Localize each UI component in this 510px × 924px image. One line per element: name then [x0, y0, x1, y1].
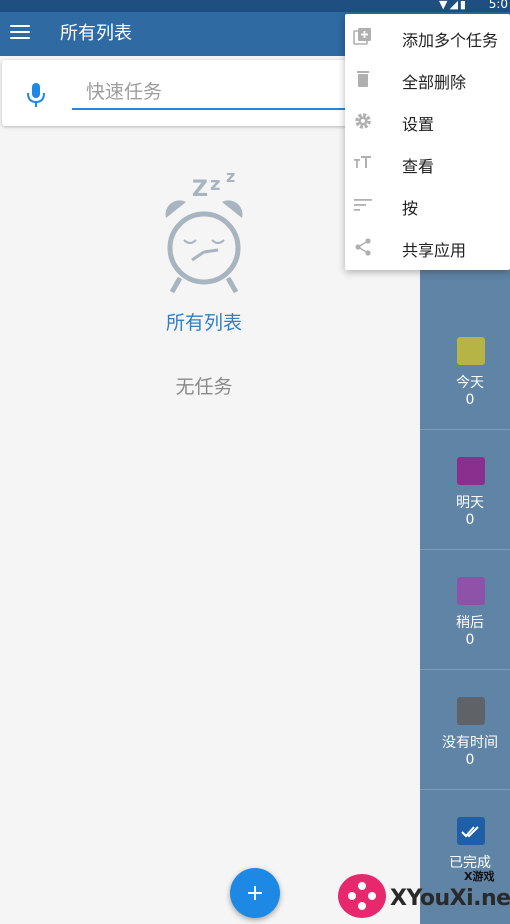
- empty-state-list-name: 所有列表: [165, 312, 242, 334]
- list-color-swatch: [457, 697, 485, 725]
- sidebar-item-label: 今天: [456, 375, 484, 391]
- double-check-icon: [457, 817, 485, 845]
- add-multiple-icon: [353, 28, 371, 45]
- menu-item-label: 按: [402, 199, 419, 218]
- menu-item-sort[interactable]: 按: [345, 184, 510, 226]
- hamburger-menu-icon[interactable]: [10, 25, 30, 41]
- sidebar-item-count: 0: [465, 392, 475, 408]
- sidebar-item-label: 明天: [456, 495, 484, 511]
- sidebar-item-tomorrow[interactable]: 明天 0: [420, 430, 510, 550]
- sidebar-item-today[interactable]: 今天 0: [420, 310, 510, 430]
- text-size-icon: [354, 156, 371, 168]
- list-color-swatch: [457, 577, 485, 605]
- gear-icon: [355, 113, 371, 129]
- menu-item-view[interactable]: 查看: [345, 142, 510, 184]
- sleeping-alarm-clock-icon: Z z z: [165, 168, 243, 294]
- menu-item-label: 查看: [402, 157, 435, 176]
- list-color-swatch: [457, 457, 485, 485]
- trash-icon: [357, 71, 369, 87]
- watermark-text: XYouXi.net: [390, 886, 510, 911]
- add-task-button[interactable]: [230, 868, 280, 918]
- gamepad-logo-icon: [338, 874, 386, 918]
- menu-item-label: 设置: [402, 115, 435, 134]
- list-color-swatch: [457, 337, 485, 365]
- menu-item-label: 添加多个任务: [402, 31, 499, 50]
- share-icon: [355, 238, 371, 256]
- sidebar-item-later[interactable]: 稍后 0: [420, 550, 510, 670]
- menu-item-label: 共享应用: [402, 241, 467, 260]
- overflow-menu: 添加多个任务 全部删除 设置 查看 按 共享应用: [345, 14, 510, 270]
- sidebar-item-count: 0: [465, 512, 475, 528]
- menu-item-add-multiple[interactable]: 添加多个任务: [345, 16, 510, 58]
- svg-text:Z: Z: [192, 177, 208, 202]
- menu-item-settings[interactable]: 设置: [345, 100, 510, 142]
- page-title: 所有列表: [60, 23, 132, 44]
- sidebar-item-count: 0: [465, 632, 475, 648]
- empty-state-message: 无任务: [175, 376, 233, 398]
- sort-icon: [354, 199, 372, 211]
- site-watermark: X游戏 XYouXi.net: [338, 866, 510, 924]
- microphone-icon[interactable]: [24, 82, 48, 108]
- svg-text:z: z: [226, 168, 235, 186]
- watermark-small-text: X游戏: [464, 870, 495, 883]
- menu-item-share-app[interactable]: 共享应用: [345, 226, 510, 268]
- sidebar-item-label: 稍后: [456, 615, 484, 631]
- svg-text:z: z: [210, 174, 220, 195]
- sidebar-item-no-time[interactable]: 没有时间 0: [420, 670, 510, 790]
- sidebar-item-label: 没有时间: [442, 735, 498, 751]
- menu-item-label: 全部删除: [402, 73, 467, 92]
- sidebar-item-count: 0: [465, 752, 475, 768]
- menu-item-delete-all[interactable]: 全部删除: [345, 58, 510, 100]
